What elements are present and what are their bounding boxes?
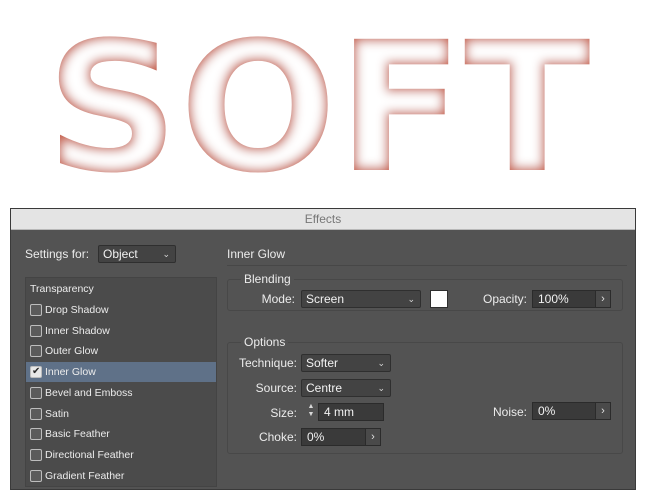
settings-for-dropdown[interactable]: Object ⌄ (98, 245, 176, 263)
choke-label: Choke: (258, 430, 297, 444)
opacity-field[interactable]: 100% (532, 290, 598, 308)
effect-checkbox[interactable] (30, 386, 42, 399)
soft-text: SOFT (46, 4, 591, 205)
effect-label: Basic Feather (45, 428, 110, 441)
section-divider (227, 265, 627, 266)
effect-item[interactable]: Outer Glow (26, 341, 216, 361)
effect-label: Gradient Feather (45, 469, 125, 482)
technique-value: Softer (306, 356, 339, 370)
source-value: Centre (306, 381, 343, 395)
size-field[interactable]: 4 mm (318, 403, 384, 421)
dialog-title: Effects (11, 209, 635, 230)
chevron-down-icon: ⌄ (407, 294, 415, 304)
effect-checkbox[interactable] (30, 448, 42, 461)
blending-title: Blending (241, 272, 294, 286)
effect-item[interactable]: Drop Shadow (26, 300, 216, 320)
mode-label: Mode: (261, 292, 295, 306)
size-label: Size: (270, 406, 297, 420)
noise-field[interactable]: 0% (532, 402, 598, 420)
effect-label: Inner Glow (45, 366, 96, 379)
effect-checkbox[interactable] (30, 469, 42, 482)
effect-checkbox[interactable] (30, 407, 42, 420)
effect-checkbox[interactable] (30, 428, 42, 441)
effect-label: Bevel and Emboss (45, 386, 133, 399)
choke-arrow-button[interactable]: › (365, 428, 381, 446)
technique-label: Technique: (238, 356, 297, 370)
effect-item[interactable]: ✔ Inner Glow (26, 362, 216, 383)
effect-item[interactable]: Basic Feather (26, 424, 216, 444)
source-dropdown[interactable]: Centre ⌄ (301, 379, 391, 397)
effects-list-heading[interactable]: Transparency (30, 283, 94, 295)
chevron-down-icon: ⌄ (162, 249, 170, 259)
chevron-down-icon: ⌄ (377, 383, 385, 393)
opacity-label: Opacity: (482, 292, 527, 306)
soft-glow-text-banner: SOFT (46, 4, 591, 205)
effects-list: Transparency Drop Shadow Inner Shadow Oute… (25, 277, 217, 487)
effect-item[interactable]: Satin (26, 404, 216, 424)
technique-dropdown[interactable]: Softer ⌄ (301, 354, 391, 372)
effect-item[interactable]: Directional Feather (26, 445, 216, 465)
options-title: Options (241, 335, 289, 349)
effect-label: Outer Glow (45, 345, 99, 358)
effects-dialog: Effects Settings for: Object ⌄ Inner Glo… (10, 208, 636, 490)
chevron-down-icon: ⌄ (377, 358, 385, 368)
effect-item[interactable]: Gradient Feather (26, 466, 216, 486)
effect-checkbox[interactable] (30, 304, 42, 316)
effect-label: Drop Shadow (45, 304, 109, 316)
source-label: Source: (255, 381, 297, 395)
effect-checkbox[interactable] (30, 324, 42, 337)
glow-color-swatch[interactable] (430, 290, 448, 308)
noise-label: Noise: (492, 405, 527, 419)
opacity-arrow-button[interactable]: › (595, 290, 611, 308)
effect-label: Satin (45, 407, 69, 420)
mode-dropdown[interactable]: Screen ⌄ (301, 290, 421, 308)
effect-checkbox[interactable] (30, 345, 42, 358)
mode-value: Screen (306, 292, 345, 306)
settings-for-value: Object (103, 247, 138, 261)
effect-label: Inner Shadow (45, 324, 110, 337)
section-title: Inner Glow (227, 247, 286, 261)
effect-item[interactable]: Bevel and Emboss (26, 383, 216, 403)
effect-label: Directional Feather (45, 448, 134, 461)
size-stepper[interactable]: ▲ ▼ (304, 403, 318, 421)
effect-checkbox[interactable]: ✔ (30, 366, 42, 379)
noise-arrow-button[interactable]: › (595, 402, 611, 420)
effect-item[interactable]: Inner Shadow (26, 321, 216, 341)
settings-for-label: Settings for: (25, 247, 90, 261)
choke-field[interactable]: 0% (301, 428, 367, 446)
checkmark-icon: ✔ (32, 366, 41, 378)
